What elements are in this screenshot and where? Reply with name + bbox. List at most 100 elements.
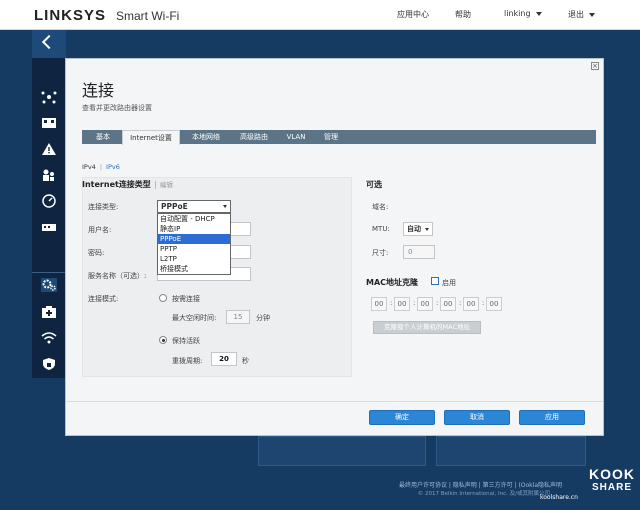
user-name: linking: [504, 9, 531, 18]
background-card: [436, 436, 586, 466]
redial-label: 重拨周期:: [172, 357, 203, 365]
mac-octet-input[interactable]: 00: [440, 297, 456, 311]
mtu-label: MTU:: [372, 225, 390, 233]
mac-colon: :: [459, 299, 462, 307]
keep-alive-label: 保持活跃: [172, 337, 200, 345]
max-idle-input[interactable]: 15: [226, 310, 250, 324]
mac-clone-checkbox[interactable]: [431, 277, 439, 285]
seconds-unit: 秒: [242, 357, 249, 365]
on-demand-label: 按需连接: [172, 295, 200, 303]
mac-octet-input[interactable]: 00: [371, 297, 387, 311]
footer-copyright: © 2017 Belkin International, Inc. 及/或其附属…: [417, 491, 550, 497]
top-bar: LINKSYS Smart Wi-Fi 应用中心 帮助 linking 退出: [0, 0, 640, 30]
conn-type-label: 连接类型:: [88, 203, 119, 211]
sidebar-separator: [32, 272, 66, 273]
tab-local-network[interactable]: 本地网络: [184, 130, 228, 144]
mac-octet-input[interactable]: 00: [486, 297, 502, 311]
size-label: 尺寸:: [372, 249, 389, 257]
domain-label: 域名:: [372, 203, 389, 211]
wireless-icon[interactable]: [41, 331, 57, 345]
option-bridge[interactable]: 桥接模式: [158, 264, 230, 274]
size-input[interactable]: 0: [403, 245, 435, 259]
chevron-down-icon: [425, 228, 429, 231]
edit-link[interactable]: 编辑: [154, 181, 173, 189]
nav-help[interactable]: 帮助: [455, 9, 471, 20]
protocol-divider: |: [99, 163, 103, 171]
tab-basic[interactable]: 基本: [88, 130, 118, 144]
service-name-label: 服务名称（可选）:: [88, 272, 147, 280]
back-arrow-icon: [41, 34, 57, 50]
conn-type-select[interactable]: PPPoE: [157, 200, 231, 213]
footer-links[interactable]: 最终用户许可协议 | 隐私声明 | 第三方许可 | (Ookla隐私声明: [399, 480, 562, 489]
background-card: [258, 436, 426, 466]
mac-clone-enable-label: 启用: [442, 279, 456, 287]
keep-alive-radio[interactable]: [159, 336, 167, 344]
mac-octet-input[interactable]: 00: [394, 297, 410, 311]
mac-colon: :: [390, 299, 393, 307]
max-idle-label: 最大空闲时间:: [172, 314, 217, 322]
on-demand-radio[interactable]: [159, 294, 167, 302]
tab-advanced-routing[interactable]: 高级路由: [232, 130, 276, 144]
option-dhcp[interactable]: 自动配置 - DHCP: [158, 214, 230, 224]
page-subtitle: 查看并更改路由器设置: [82, 104, 152, 112]
minutes-unit: 分钟: [256, 314, 270, 322]
network-map-icon[interactable]: [41, 90, 57, 104]
speed-icon[interactable]: [41, 194, 57, 208]
mac-clone-title: MAC地址克隆: [366, 278, 419, 287]
conn-type-options: 自动配置 - DHCP 静态IP PPPoE PPTP L2TP 桥接模式: [157, 213, 231, 275]
option-pppoe[interactable]: PPPoE: [158, 234, 230, 244]
apply-button[interactable]: 应用: [519, 410, 585, 425]
option-static-ip[interactable]: 静态IP: [158, 224, 230, 234]
watermark-top: KOOK: [589, 466, 635, 482]
protocol-switch: IPv4 | IPv6: [82, 163, 120, 171]
logout-label: 退出: [568, 10, 584, 19]
chevron-down-icon: [535, 11, 542, 16]
alert-icon[interactable]: [41, 142, 57, 156]
tab-admin[interactable]: 管理: [316, 130, 346, 144]
option-pptp[interactable]: PPTP: [158, 244, 230, 254]
back-button[interactable]: [32, 30, 66, 58]
password-label: 密码:: [88, 249, 105, 257]
page-title: 连接: [82, 81, 115, 100]
conn-mode-label: 连接模式:: [88, 295, 119, 303]
watermark-bottom: SHARE: [591, 482, 632, 493]
connectivity-icon[interactable]: [41, 278, 57, 292]
close-icon[interactable]: ×: [591, 62, 599, 70]
clone-mac-button[interactable]: 克隆我个人计算机的MAC地址: [373, 321, 481, 334]
mac-octet-input[interactable]: 00: [417, 297, 433, 311]
media-icon[interactable]: [41, 220, 57, 234]
security-icon[interactable]: [41, 357, 57, 371]
internet-title-text: Internet连接类型: [82, 180, 151, 189]
ipv4-link[interactable]: IPv4: [82, 163, 96, 171]
nav-app-center[interactable]: 应用中心: [397, 9, 429, 20]
mtu-value: 自动: [407, 225, 421, 233]
mac-octet-input[interactable]: 00: [463, 297, 479, 311]
brand-logo: LINKSYS: [34, 7, 107, 24]
nav-user-menu[interactable]: linking: [504, 9, 542, 18]
devices-icon[interactable]: [41, 116, 57, 130]
username-label: 用户名:: [88, 226, 112, 234]
tab-internet-settings[interactable]: Internet设置: [122, 130, 180, 145]
option-l2tp[interactable]: L2TP: [158, 254, 230, 264]
sidebar: [32, 58, 66, 378]
product-name: Smart Wi-Fi: [116, 9, 180, 23]
connectivity-modal: × 连接 查看并更改路由器设置 基本 Internet设置 本地网络 高级路由 …: [65, 58, 604, 436]
optional-section-title: 可选: [366, 180, 382, 189]
nav-logout-menu[interactable]: 退出: [568, 9, 595, 20]
ipv6-link[interactable]: IPv6: [106, 163, 120, 171]
chevron-down-icon: [223, 205, 227, 208]
redial-input[interactable]: 20: [211, 352, 237, 366]
mtu-select[interactable]: 自动: [403, 222, 433, 236]
internet-section-title: Internet连接类型 编辑: [82, 179, 173, 190]
ok-button[interactable]: 确定: [369, 410, 435, 425]
parental-icon[interactable]: [41, 168, 57, 182]
troubleshoot-icon[interactable]: [41, 305, 57, 319]
watermark-logo: KOOK SHARE: [586, 466, 638, 508]
mac-colon: :: [482, 299, 485, 307]
mac-colon: :: [413, 299, 416, 307]
tab-vlan[interactable]: VLAN: [280, 130, 312, 144]
watermark-url: koolshare.cn: [540, 494, 578, 501]
conn-type-value: PPPoE: [161, 202, 188, 211]
mac-colon: :: [436, 299, 439, 307]
cancel-button[interactable]: 取消: [444, 410, 510, 425]
